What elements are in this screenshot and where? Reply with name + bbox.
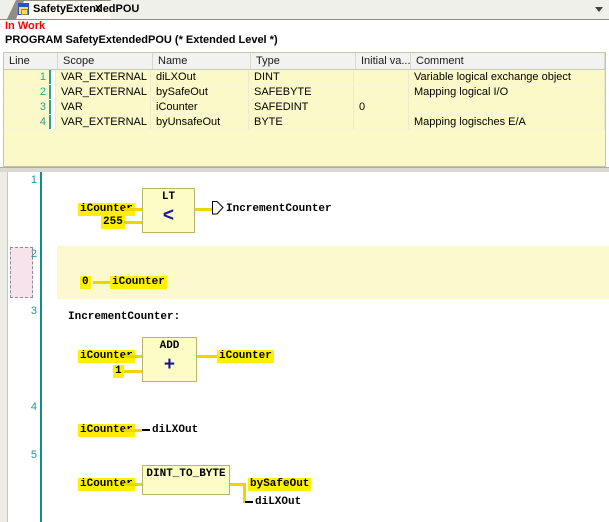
declaration-table: Line Scope Name Type Initial va... Comme…: [3, 52, 606, 167]
col-header-type[interactable]: Type: [251, 53, 356, 69]
block-title: ADD: [143, 340, 196, 353]
cell-comment[interactable]: Mapping logical I/O: [409, 85, 605, 99]
cell-scope[interactable]: VAR: [56, 100, 151, 114]
cell-name[interactable]: iCounter: [151, 100, 249, 114]
cell-line: 1: [4, 70, 51, 84]
add-operator: +: [143, 356, 196, 375]
jump-target[interactable]: IncrementCounter: [226, 203, 332, 216]
output-bysafeout[interactable]: bySafeOut: [248, 478, 311, 491]
cell-comment[interactable]: Variable logical exchange object: [409, 70, 605, 84]
wire: [124, 483, 142, 486]
program-declaration-header: PROGRAM SafetyExtendedPOU (* Extended Le…: [5, 34, 278, 46]
cell-comment[interactable]: [409, 100, 605, 114]
cell-scope[interactable]: VAR_EXTERNAL: [56, 115, 151, 129]
col-header-initial[interactable]: Initial va...: [356, 53, 411, 69]
wire: [124, 221, 142, 224]
output-dilxout[interactable]: diLXOut: [255, 496, 301, 509]
table-row[interactable]: 2 VAR_EXTERNAL bySafeOut SAFEBYTE Mappin…: [4, 85, 605, 100]
wire: [124, 370, 142, 373]
wire: [124, 355, 142, 358]
wire-branch: [243, 483, 246, 503]
cell-name[interactable]: bySafeOut: [151, 85, 249, 99]
col-header-scope[interactable]: Scope: [58, 53, 153, 69]
cell-line: 2: [4, 85, 51, 99]
tab-list-dropdown-icon[interactable]: [595, 7, 603, 12]
wire-stub: [142, 429, 150, 431]
lt-block[interactable]: LT <: [142, 188, 195, 233]
lt-operator: <: [143, 207, 194, 226]
network-2-selection-highlight: [57, 246, 609, 299]
operand-255[interactable]: 255: [101, 216, 125, 229]
pou-icon: [18, 3, 29, 15]
assign-target-icounter[interactable]: iCounter: [110, 276, 167, 289]
wire: [195, 208, 212, 211]
cell-name[interactable]: byUnsafeOut: [151, 115, 249, 129]
cell-type[interactable]: SAFEBYTE: [249, 85, 354, 99]
wire: [93, 281, 110, 284]
tab-close-icon[interactable]: x: [95, 2, 101, 14]
jump-arrow-icon: [212, 201, 224, 215]
table-row[interactable]: 3 VAR iCounter SAFEDINT 0: [4, 100, 605, 115]
network-label[interactable]: IncrementCounter:: [68, 311, 180, 324]
network-3-number[interactable]: 3: [9, 305, 37, 317]
assign-target-dilxout[interactable]: diLXOut: [152, 424, 198, 437]
wire: [124, 429, 142, 432]
add-block[interactable]: ADD +: [142, 337, 197, 382]
tab-bar: SafetyExtendedPOU x: [0, 0, 609, 20]
cell-line: 4: [4, 115, 51, 129]
declaration-table-header: Line Scope Name Type Initial va... Comme…: [4, 53, 605, 70]
network-margin-line: [40, 172, 42, 522]
status-in-work: In Work: [5, 20, 45, 32]
wire: [230, 483, 244, 486]
network-1-number[interactable]: 1: [9, 174, 37, 186]
operand-zero[interactable]: 0: [80, 276, 91, 289]
cell-initial[interactable]: [354, 85, 409, 99]
editor-left-margin: [0, 172, 8, 522]
cell-scope[interactable]: VAR_EXTERNAL: [56, 70, 151, 84]
cell-type[interactable]: BYTE: [249, 115, 354, 129]
col-header-comment[interactable]: Comment: [411, 53, 605, 69]
cell-name[interactable]: diLXOut: [151, 70, 249, 84]
col-header-name[interactable]: Name: [153, 53, 251, 69]
wire: [197, 355, 217, 358]
col-header-line[interactable]: Line: [4, 53, 58, 69]
operand-one[interactable]: 1: [113, 365, 124, 378]
table-row[interactable]: 1 VAR_EXTERNAL diLXOut DINT Variable log…: [4, 70, 605, 85]
cell-type[interactable]: SAFEDINT: [249, 100, 354, 114]
cell-type[interactable]: DINT: [249, 70, 354, 84]
table-row[interactable]: 4 VAR_EXTERNAL byUnsafeOut BYTE Mapping …: [4, 115, 605, 130]
network-2-number[interactable]: 2: [9, 248, 37, 260]
cell-scope[interactable]: VAR_EXTERNAL: [56, 85, 151, 99]
cell-initial[interactable]: [354, 115, 409, 129]
output-icounter[interactable]: iCounter: [217, 350, 274, 363]
cell-line: 3: [4, 100, 51, 114]
dint-to-byte-block[interactable]: DINT_TO_BYTE: [142, 465, 230, 495]
cell-initial[interactable]: [354, 70, 409, 84]
cell-initial[interactable]: 0: [354, 100, 409, 114]
network-5-number[interactable]: 5: [9, 449, 37, 461]
fbd-editor: [0, 172, 609, 522]
block-title: LT: [143, 191, 194, 204]
cell-comment[interactable]: Mapping logisches E/A: [409, 115, 605, 129]
wire: [124, 208, 142, 211]
wire-stub: [245, 501, 253, 503]
block-title: DINT_TO_BYTE: [143, 468, 229, 481]
tab-title[interactable]: SafetyExtendedPOU: [33, 3, 139, 15]
network-4-number[interactable]: 4: [9, 401, 37, 413]
